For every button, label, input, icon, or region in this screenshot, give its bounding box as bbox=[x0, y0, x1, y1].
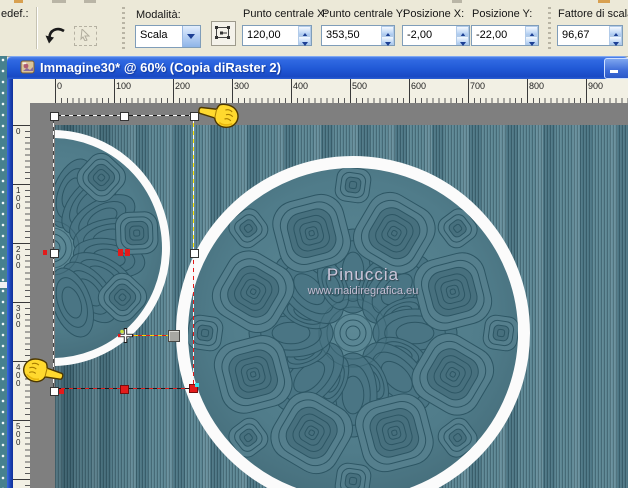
app-screen: edef.: Modalità: Scala Punto centrale X:… bbox=[0, 0, 628, 488]
v-ruler-label: 3 0 0 bbox=[16, 304, 21, 329]
center-x-value: 120,00 bbox=[247, 29, 281, 41]
toolbar-separator bbox=[36, 7, 37, 49]
small-kaleidoscope-pattern bbox=[55, 152, 159, 338]
mode-select[interactable]: Scala bbox=[135, 25, 201, 48]
watermark-name: Pinuccia bbox=[326, 265, 400, 284]
h-ruler-label: 500 bbox=[352, 81, 368, 91]
background-window-strip bbox=[0, 56, 7, 488]
toolbar-grip bbox=[122, 7, 125, 49]
big-kaleidoscope-pattern bbox=[188, 168, 518, 488]
position-x-input[interactable]: -2,00 bbox=[402, 25, 470, 46]
combo-dropdown-button[interactable] bbox=[182, 26, 200, 47]
position-y-value: -22,00 bbox=[476, 29, 508, 41]
spin-up-button[interactable] bbox=[298, 26, 311, 36]
reset-arrow-icon bbox=[45, 27, 65, 44]
watermark: Pinuccia www.maidiregrafica.eu bbox=[283, 265, 443, 297]
toolbar-fragment bbox=[52, 0, 66, 3]
toolbar-fragment bbox=[452, 0, 462, 3]
spin-up-button[interactable] bbox=[381, 26, 394, 36]
show-handles-button[interactable] bbox=[211, 21, 236, 46]
cursor-arrow-icon bbox=[80, 29, 91, 41]
mode-value: Scala bbox=[140, 29, 168, 41]
handles-rect-icon bbox=[215, 26, 230, 39]
position-x-value: -2,00 bbox=[407, 29, 433, 41]
handle-bottom-middle[interactable] bbox=[120, 385, 129, 394]
image-document[interactable]: Pinuccia www.maidiregrafica.eu bbox=[55, 125, 628, 488]
center-x-input[interactable]: 120,00 bbox=[242, 25, 312, 46]
handle-middle-right[interactable] bbox=[190, 249, 199, 258]
handle-middle-left[interactable] bbox=[50, 249, 59, 258]
cyan-snap-marker bbox=[195, 383, 199, 387]
apply-deform-button-disabled[interactable] bbox=[74, 26, 97, 46]
rotation-pivot-icon[interactable] bbox=[118, 328, 133, 343]
position-y-input[interactable]: -22,00 bbox=[471, 25, 539, 46]
position-x-label: Posizione X: bbox=[403, 8, 465, 20]
scale-x-input[interactable]: 96,67 bbox=[557, 25, 623, 46]
h-ruler-label: 900 bbox=[588, 81, 604, 91]
watermark-url: www.maidiregrafica.eu bbox=[307, 285, 419, 297]
spin-up-button[interactable] bbox=[609, 26, 622, 36]
selection-right-edge-upper bbox=[193, 115, 194, 252]
handle-bottom-right[interactable] bbox=[189, 383, 199, 393]
h-ruler-label: 400 bbox=[293, 81, 309, 91]
background-white-band bbox=[0, 282, 7, 288]
big-kaleidoscope-circle bbox=[176, 156, 530, 488]
center-x-label: Punto centrale X: bbox=[243, 8, 328, 20]
selection-right-edge-lower bbox=[193, 252, 194, 388]
spin-down-button[interactable] bbox=[381, 35, 394, 46]
spin-down-button[interactable] bbox=[298, 35, 311, 46]
toolbar-fragment bbox=[84, 0, 96, 3]
handle-top-middle[interactable] bbox=[120, 112, 129, 121]
image-window-titlebar[interactable]: Immagine30* @ 60% (Copia diRaster 2) bbox=[7, 56, 628, 79]
h-ruler-label: 600 bbox=[411, 81, 427, 91]
h-ruler-label: 800 bbox=[529, 81, 545, 91]
vertical-ruler: 01 0 02 0 03 0 04 0 05 0 0 bbox=[13, 103, 31, 488]
window-title: Immagine30* @ 60% (Copia diRaster 2) bbox=[40, 60, 281, 75]
toolbar-grip bbox=[548, 7, 551, 49]
center-y-label: Punto centrale Y: bbox=[322, 8, 406, 20]
red-marker-center-a bbox=[118, 249, 123, 256]
spin-up-button[interactable] bbox=[525, 26, 538, 36]
scale-x-value: 96,67 bbox=[562, 29, 590, 41]
mode-label: Modalità: bbox=[136, 9, 181, 21]
preset-label: edef.: bbox=[1, 8, 29, 20]
red-marker bbox=[43, 250, 47, 255]
v-ruler-label: 0 bbox=[16, 127, 21, 136]
toolbar-fragment bbox=[14, 0, 23, 3]
position-y-label: Posizione Y: bbox=[472, 8, 533, 20]
canvas-area[interactable]: Pinuccia www.maidiregrafica.eu bbox=[30, 103, 628, 488]
spin-down-button[interactable] bbox=[609, 35, 622, 46]
spin-down-button[interactable] bbox=[525, 35, 538, 46]
toolbar-fragment bbox=[598, 0, 610, 3]
spin-up-button[interactable] bbox=[456, 26, 469, 36]
scale-x-label: Fattore di scala X bbox=[558, 8, 628, 20]
center-y-input[interactable]: 353,50 bbox=[321, 25, 395, 46]
h-ruler-label: 700 bbox=[470, 81, 486, 91]
small-kaleidoscope-circle bbox=[55, 130, 170, 366]
rotation-handle[interactable] bbox=[168, 330, 180, 342]
h-ruler-label: 0 bbox=[57, 81, 63, 91]
h-ruler-label: 100 bbox=[116, 81, 132, 91]
v-ruler-label: 5 0 0 bbox=[16, 422, 21, 447]
horizontal-ruler: 0 100 200 300 400 500 600 700 800 900 bbox=[13, 79, 628, 104]
rotation-arm bbox=[130, 335, 170, 336]
center-y-value: 353,50 bbox=[326, 29, 360, 41]
h-ruler-label: 200 bbox=[175, 81, 191, 91]
reset-arrow-button[interactable] bbox=[44, 24, 68, 48]
v-ruler-label: 2 0 0 bbox=[16, 245, 21, 270]
minimize-button[interactable] bbox=[604, 58, 628, 79]
image-document-icon bbox=[20, 60, 35, 74]
tool-options-toolbar: edef.: Modalità: Scala Punto centrale X:… bbox=[0, 0, 628, 57]
spin-down-button[interactable] bbox=[456, 35, 469, 46]
h-ruler-label: 300 bbox=[234, 81, 250, 91]
red-marker-center-b bbox=[125, 249, 130, 256]
handle-top-left[interactable] bbox=[50, 112, 59, 121]
v-ruler-label: 1 0 0 bbox=[16, 186, 21, 211]
